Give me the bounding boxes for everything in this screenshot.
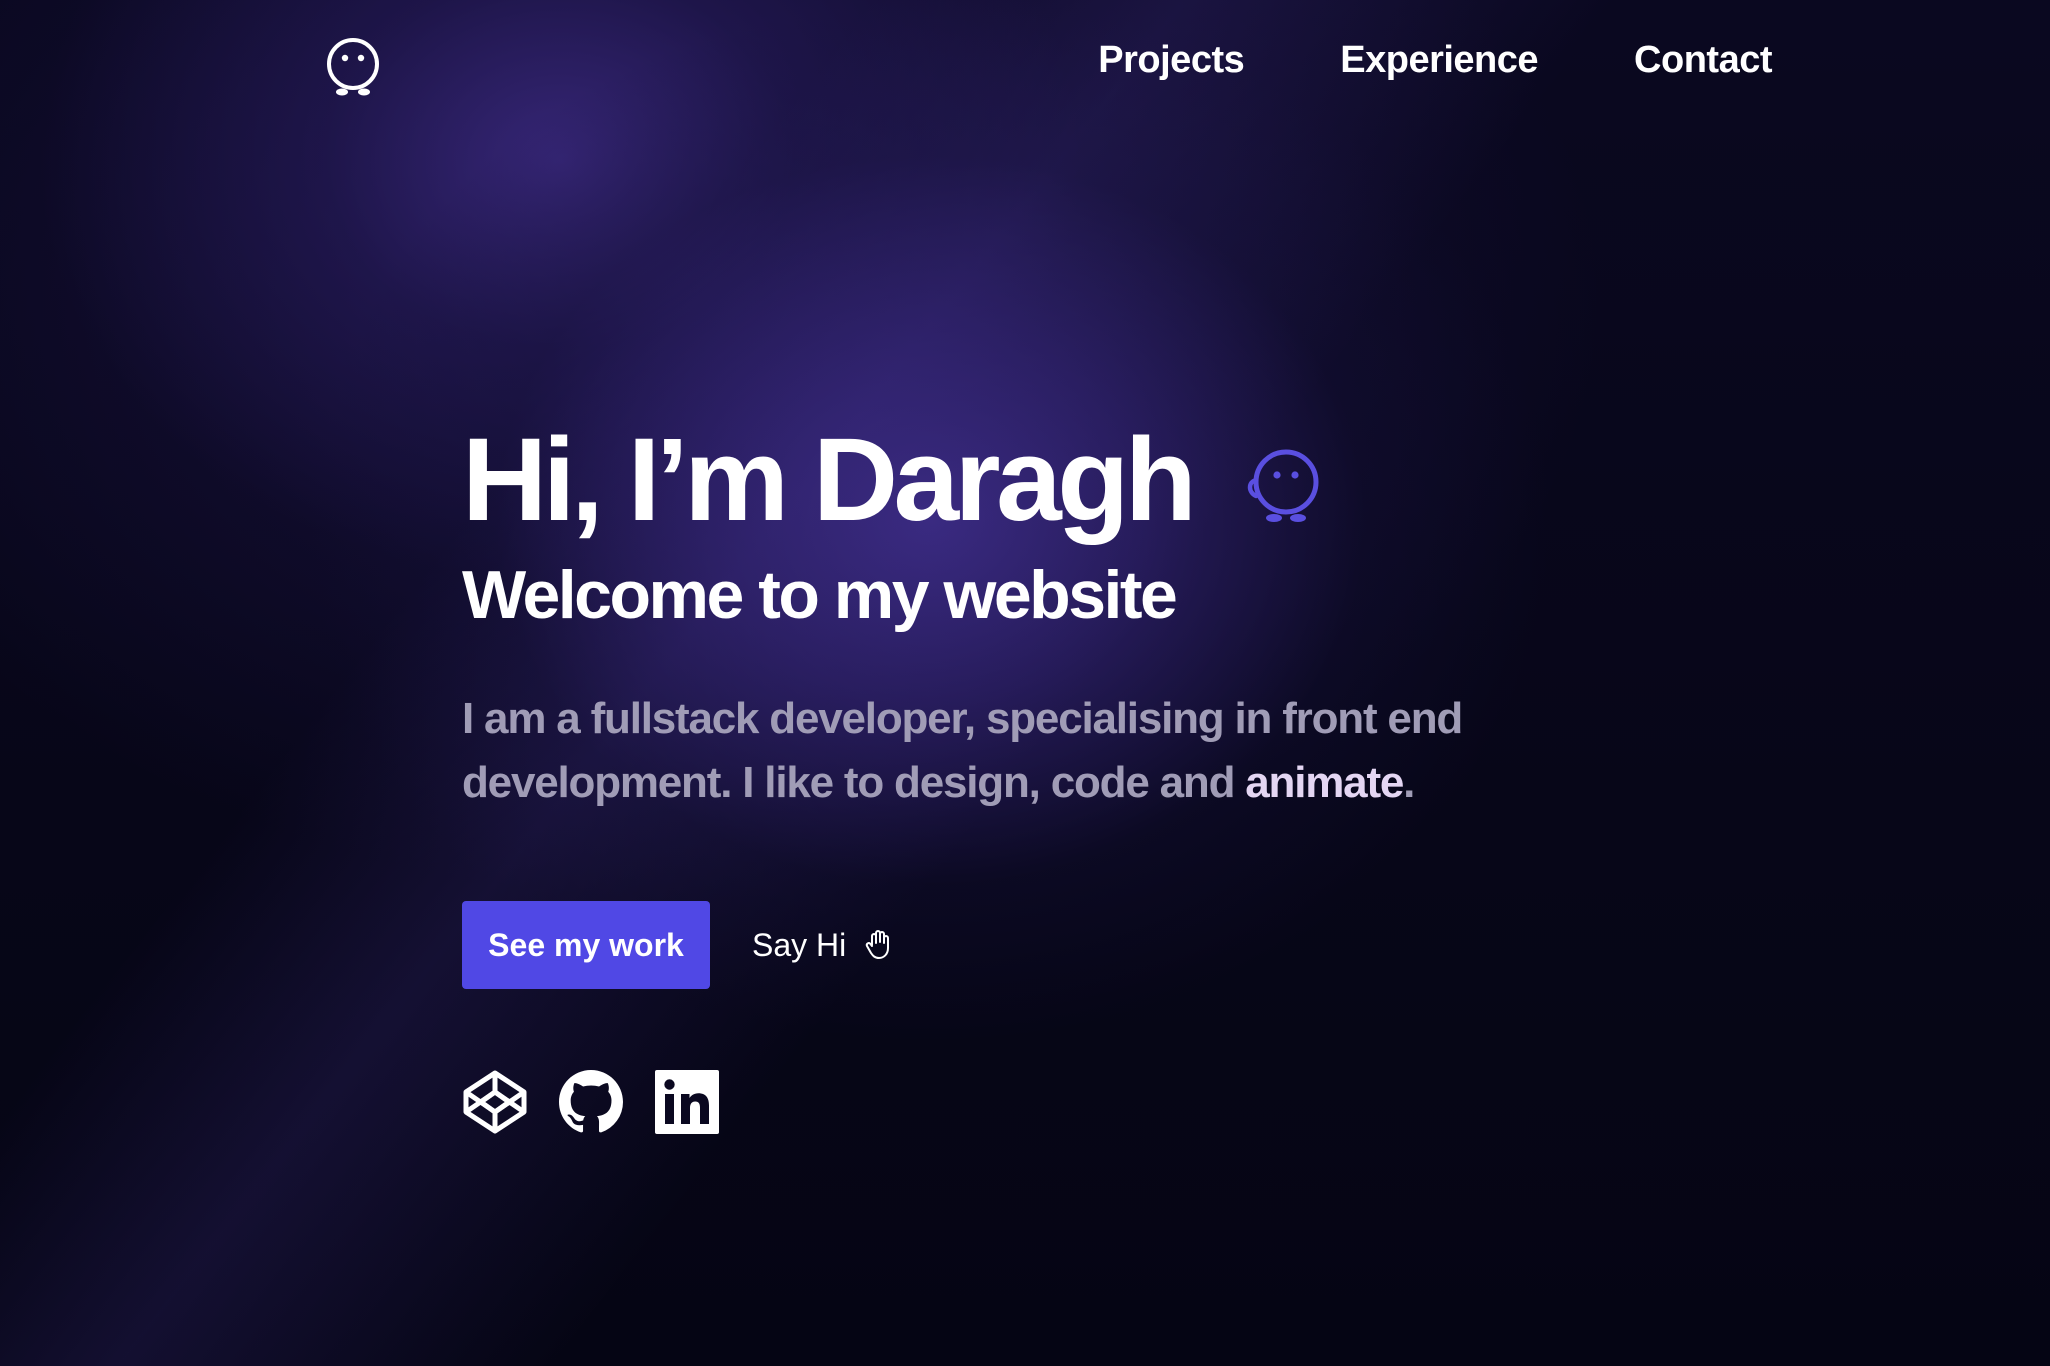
wave-hand-icon: [866, 930, 890, 959]
hero-intro: I am a fullstack developer, specialising…: [462, 687, 1562, 815]
say-hi-link[interactable]: Say Hi: [752, 927, 894, 964]
hero-title: Hi, I’m Daragh: [462, 414, 1197, 546]
nav-link-projects[interactable]: Projects: [1098, 36, 1244, 84]
intro-accent-word: animate: [1245, 758, 1404, 807]
nav-link-experience[interactable]: Experience: [1340, 36, 1538, 84]
linkedin-link[interactable]: [654, 1069, 720, 1135]
title-row: Hi, I’m Daragh: [462, 415, 1562, 545]
hero-actions: See my work Say Hi: [462, 901, 1562, 989]
hero-section: Hi, I’m Daragh Welcome to my website I a…: [462, 415, 1562, 1135]
main-nav: Projects Experience Contact: [1098, 36, 1772, 84]
linkedin-icon: [655, 1070, 719, 1134]
mascot-icon: [1248, 449, 1319, 522]
hero-subtitle: Welcome to my website: [462, 557, 1178, 633]
say-hi-label: Say Hi: [752, 926, 847, 963]
codepen-icon: [463, 1070, 527, 1134]
intro-end: .: [1403, 758, 1415, 807]
codepen-link[interactable]: [462, 1069, 528, 1135]
page: Projects Experience Contact Hi, I’m Dara…: [0, 0, 2050, 1366]
mascot-icon[interactable]: [322, 34, 384, 100]
social-links: [462, 1069, 1562, 1135]
nav-link-contact[interactable]: Contact: [1634, 36, 1772, 84]
github-icon: [559, 1070, 623, 1133]
see-my-work-button[interactable]: See my work: [462, 901, 710, 989]
github-link[interactable]: [558, 1069, 624, 1135]
